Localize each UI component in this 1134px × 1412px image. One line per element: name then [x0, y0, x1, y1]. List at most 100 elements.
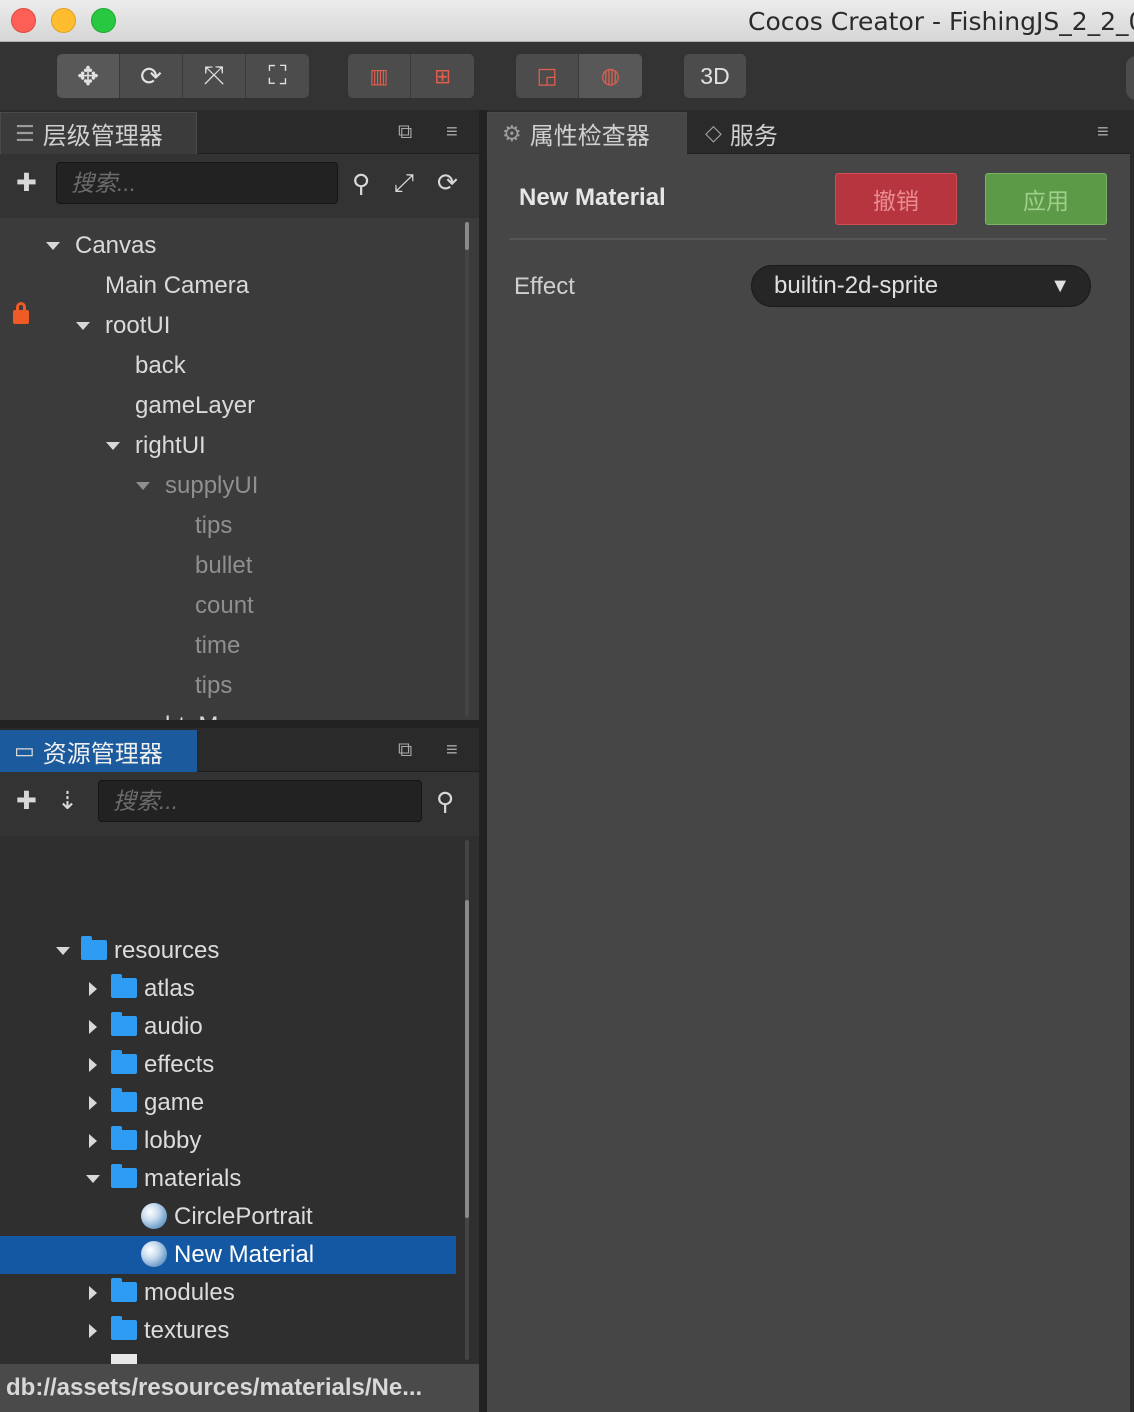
asset-item-selected[interactable]: New Material — [0, 1236, 456, 1274]
hierarchy-scrollbar-thumb[interactable] — [465, 222, 469, 250]
tab-services[interactable]: ◇ 服务 — [691, 112, 811, 154]
popout-icon[interactable]: ⧉ — [398, 739, 412, 762]
asset-item[interactable]: game — [0, 1084, 456, 1122]
caret-down-icon[interactable] — [46, 242, 60, 250]
divider — [509, 238, 1107, 240]
assets-search-input[interactable]: 搜索... — [98, 780, 422, 822]
asset-tree: resources atlas audio effects game lobby — [0, 836, 479, 1364]
asset-item[interactable]: materials — [0, 1160, 456, 1198]
rect-icon: ⛶ — [268, 60, 287, 90]
caret-right-icon[interactable] — [89, 1020, 97, 1034]
toolbar-overflow-button[interactable] — [1126, 56, 1134, 100]
tree-node[interactable]: count — [0, 586, 464, 626]
search-icon[interactable]: ⚲ — [436, 790, 454, 815]
assets-searchbar: ✚ ⇣ 搜索... ⚲ — [0, 772, 479, 836]
scale-tool-button[interactable]: ⤧ — [183, 54, 246, 98]
assets-scrollbar-thumb[interactable] — [465, 900, 469, 1218]
asset-item[interactable]: atlas — [0, 970, 456, 1008]
tree-node[interactable]: rightUI — [0, 426, 464, 466]
folder-icon: ▭ — [14, 738, 35, 763]
tree-node[interactable]: supplyUI — [0, 466, 464, 506]
asset-item[interactable]: resources — [0, 932, 456, 970]
vertical-splitter[interactable] — [479, 110, 487, 1412]
folder-icon — [111, 1126, 137, 1150]
effect-label: Effect — [514, 273, 575, 300]
transform-tool-group: ✥ ⟳ ⤧ ⛶ — [57, 54, 309, 98]
tree-node[interactable]: tips — [0, 666, 464, 706]
tab-hierarchy-label: 层级管理器 — [42, 123, 163, 150]
panel-menu-icon[interactable]: ≡ — [1097, 121, 1109, 144]
revert-button[interactable]: 撤销 — [835, 173, 957, 225]
folder-icon — [111, 1050, 137, 1074]
asset-item[interactable]: audio — [0, 1008, 456, 1046]
material-icon — [141, 1203, 167, 1229]
tree-node[interactable]: tips — [0, 506, 464, 546]
rotate-tool-button[interactable]: ⟳ — [120, 54, 183, 98]
refresh-icon[interactable]: ⟳ — [437, 171, 458, 196]
apply-button[interactable]: 应用 — [985, 173, 1107, 225]
caret-down-icon[interactable] — [56, 947, 70, 955]
tree-node[interactable]: btnMore — [0, 706, 464, 720]
snap-align-icon: ⊞ — [434, 65, 451, 88]
asset-item[interactable]: lobby — [0, 1122, 456, 1160]
move-tool-button[interactable]: ✥ — [57, 54, 120, 98]
hierarchy-tree: Canvas Main Camera rootUI back gameLayer… — [0, 218, 464, 720]
caret-down-icon[interactable] — [76, 322, 90, 330]
tree-node[interactable]: back — [0, 346, 464, 386]
caret-right-icon[interactable] — [89, 1134, 97, 1148]
window-titlebar: Cocos Creator - FishingJS_2_2_0 — [0, 0, 1134, 42]
panel-menu-icon[interactable]: ≡ — [446, 121, 458, 144]
tree-node[interactable]: rootUI — [0, 306, 464, 346]
asset-item[interactable]: modules — [0, 1274, 456, 1312]
main-toolbar: ✥ ⟳ ⤧ ⛶ ▥ ⊞ ◲ ◍ 3D — [0, 42, 1134, 110]
asset-path-status: db://assets/resources/materials/Ne... — [0, 1364, 479, 1412]
snap-align-button[interactable]: ⊞ — [411, 54, 474, 98]
snap-grid-button[interactable]: ▥ — [348, 54, 411, 98]
add-node-icon[interactable]: ✚ — [16, 171, 37, 196]
caret-down-icon[interactable] — [106, 442, 120, 450]
lock-icon[interactable] — [13, 302, 29, 324]
minimize-window-button[interactable] — [51, 8, 76, 33]
caret-down-icon[interactable] — [136, 482, 150, 490]
popout-icon[interactable]: ⧉ — [398, 121, 412, 144]
dropdown-arrow-icon: ▼ — [1050, 275, 1070, 297]
add-asset-icon[interactable]: ✚ — [16, 789, 37, 814]
asset-item[interactable]: effects — [0, 1046, 456, 1084]
panel-menu-icon[interactable]: ≡ — [446, 739, 458, 762]
tab-hierarchy[interactable]: ☰ 层级管理器 — [0, 112, 197, 154]
close-window-button[interactable] — [11, 8, 36, 33]
caret-right-icon[interactable] — [89, 1096, 97, 1110]
scale-icon: ⤧ — [203, 60, 225, 90]
caret-right-icon[interactable] — [89, 982, 97, 996]
tree-node[interactable]: Main Camera — [0, 266, 464, 306]
local-coords-button[interactable]: ◲ — [516, 54, 579, 98]
panel-splitter[interactable] — [0, 720, 479, 728]
services-icon: ◇ — [705, 120, 722, 145]
toggle-3d-button[interactable]: 3D — [684, 54, 746, 98]
tree-node[interactable]: gameLayer — [0, 386, 464, 426]
folder-icon — [111, 1012, 137, 1036]
asset-item[interactable]: CirclePortrait — [0, 1198, 456, 1236]
asset-item[interactable]: textures — [0, 1312, 456, 1350]
material-icon — [141, 1241, 167, 1267]
rect-tool-button[interactable]: ⛶ — [246, 54, 309, 98]
zoom-window-button[interactable] — [91, 8, 116, 33]
snap-tool-group: ▥ ⊞ — [348, 54, 474, 98]
tree-node[interactable]: time — [0, 626, 464, 666]
caret-right-icon[interactable] — [89, 1324, 97, 1338]
caret-right-icon[interactable] — [89, 1058, 97, 1072]
sort-icon[interactable]: ⇣ — [57, 789, 78, 814]
tree-node[interactable]: bullet — [0, 546, 464, 586]
world-coords-button[interactable]: ◍ — [579, 54, 642, 98]
tab-inspector[interactable]: ⚙ 属性检查器 — [487, 112, 687, 154]
caret-right-icon[interactable] — [89, 1286, 97, 1300]
effect-select[interactable]: builtin-2d-sprite ▼ — [751, 265, 1091, 307]
caret-down-icon[interactable] — [86, 1175, 100, 1183]
tree-node[interactable]: Canvas — [0, 226, 464, 266]
folder-icon — [111, 1278, 137, 1302]
search-icon[interactable]: ⚲ — [352, 172, 370, 197]
hierarchy-search-input[interactable]: 搜索... — [56, 162, 338, 204]
tab-assets[interactable]: ▭ 资源管理器 — [0, 730, 197, 772]
expand-all-icon[interactable]: ⤢ — [394, 171, 414, 196]
hierarchy-scrollbar[interactable] — [465, 222, 469, 717]
